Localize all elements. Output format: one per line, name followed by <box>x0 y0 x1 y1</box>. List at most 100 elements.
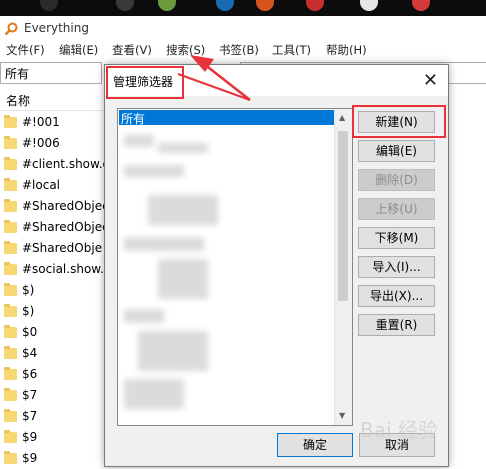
reset-button[interactable]: 重置(R) <box>358 314 435 336</box>
list-item[interactable]: $6 <box>0 364 105 385</box>
file-name: #social.show.q <box>22 262 112 276</box>
taskbar-app-icon[interactable] <box>306 0 324 11</box>
filter-list-item-selected[interactable]: 所有 <box>119 110 334 126</box>
taskbar-app-icon[interactable] <box>256 0 274 11</box>
file-name: $9 <box>22 430 38 444</box>
list-item[interactable]: #!006 <box>0 133 105 154</box>
file-name: $9 <box>22 451 38 465</box>
close-icon[interactable]: ✕ <box>423 70 438 91</box>
list-item[interactable]: #local <box>0 175 105 196</box>
menu-help[interactable]: 帮助(H) <box>326 42 367 58</box>
folder-icon <box>4 283 17 296</box>
export-button[interactable]: 导出(X)... <box>358 285 435 307</box>
obscured-entry <box>124 237 204 251</box>
list-item[interactable]: $9 <box>0 448 105 469</box>
list-item[interactable]: #SharedObjec <box>0 217 109 238</box>
menu-file[interactable]: 文件(F) <box>6 42 45 58</box>
list-item[interactable]: #client.show.q <box>0 154 110 175</box>
filter-list-item-label: 所有 <box>121 112 146 126</box>
folder-icon <box>4 115 17 128</box>
filter-dropdown[interactable]: 所有 <box>0 62 102 84</box>
file-name: #!001 <box>22 115 60 129</box>
taskbar-app-icon[interactable] <box>412 0 430 11</box>
dialog-titlebar: 管理筛选器 ✕ <box>105 65 448 96</box>
taskbar-app-icon[interactable] <box>216 0 234 11</box>
folder-icon <box>4 157 17 170</box>
new-filter-button[interactable]: 新建(N) <box>358 111 435 133</box>
filter-dropdown-value: 所有 <box>5 67 30 81</box>
taskbar <box>0 0 486 16</box>
file-name: $7 <box>22 388 38 402</box>
list-item[interactable]: #!001 <box>0 112 105 133</box>
move-up-button[interactable]: 上移(U) <box>358 198 435 220</box>
obscured-entry <box>124 309 164 323</box>
listbox-scrollbar[interactable]: ▲ ▼ <box>334 109 352 425</box>
delete-filter-button[interactable]: 删除(D) <box>358 169 435 191</box>
ok-button[interactable]: 确定 <box>277 433 353 457</box>
taskbar-app-icon[interactable] <box>116 0 134 11</box>
list-item[interactable]: $) <box>0 301 105 322</box>
folder-icon <box>4 199 17 212</box>
file-name: #SharedObje <box>22 241 103 255</box>
folder-icon <box>4 325 17 338</box>
taskbar-app-icon[interactable] <box>158 0 176 11</box>
filter-listbox[interactable]: 所有 ▲ ▼ <box>117 108 353 426</box>
watermark: Bai 经验 <box>360 418 438 442</box>
app-title: Everything <box>24 21 89 35</box>
file-name: #!006 <box>22 136 60 150</box>
column-header-label: 名称 <box>6 94 31 108</box>
obscured-entry <box>158 259 208 299</box>
list-item[interactable]: $4 <box>0 343 105 364</box>
obscured-entry <box>148 195 218 225</box>
obscured-entry <box>158 143 208 153</box>
obscured-entry <box>124 379 184 409</box>
obscured-entry <box>124 135 154 147</box>
app-titlebar: Everything <box>0 18 486 40</box>
import-button[interactable]: 导入(I)... <box>358 256 435 278</box>
folder-icon <box>4 178 17 191</box>
list-item[interactable]: $7 <box>0 385 105 406</box>
folder-icon <box>4 136 17 149</box>
list-item[interactable]: #SharedObjec <box>0 196 109 217</box>
folder-icon <box>4 430 17 443</box>
folder-icon <box>4 367 17 380</box>
scroll-up-icon[interactable]: ▲ <box>339 113 345 122</box>
dialog-title: 管理筛选器 <box>113 75 174 89</box>
obscured-entry <box>138 331 208 371</box>
file-name: $6 <box>22 367 38 381</box>
manage-filters-dialog: 管理筛选器 ✕ 所有 ▲ ▼ 新建(N) 编辑(E) 删除(D) 上移(U) 下… <box>104 64 449 467</box>
menu-search[interactable]: 搜索(S) <box>166 42 205 58</box>
file-name: #client.show.q <box>22 157 111 171</box>
file-name: $0 <box>22 325 38 339</box>
menu-view[interactable]: 查看(V) <box>112 42 152 58</box>
column-header-name[interactable]: 名称 <box>0 88 105 111</box>
scroll-thumb[interactable] <box>338 131 348 301</box>
folder-icon <box>4 388 17 401</box>
folder-icon <box>4 346 17 359</box>
list-item[interactable]: #SharedObje <box>0 238 105 259</box>
taskbar-app-icon[interactable] <box>360 0 378 11</box>
file-name: #local <box>22 178 61 192</box>
list-item[interactable]: $9 <box>0 427 105 448</box>
list-item[interactable]: $7 <box>0 406 105 427</box>
menu-bookmarks[interactable]: 书签(B) <box>219 42 259 58</box>
file-name: $) <box>22 304 35 318</box>
file-name: $) <box>22 283 35 297</box>
edit-filter-button[interactable]: 编辑(E) <box>358 140 435 162</box>
file-name: $7 <box>22 409 38 423</box>
magnifier-icon <box>4 22 18 36</box>
file-name: #SharedObjec <box>22 220 109 234</box>
folder-icon <box>4 451 17 464</box>
file-name: #SharedObjec <box>22 199 109 213</box>
folder-icon <box>4 262 17 275</box>
move-down-button[interactable]: 下移(M) <box>358 227 435 249</box>
list-item[interactable]: $0 <box>0 322 105 343</box>
menu-tools[interactable]: 工具(T) <box>272 42 311 58</box>
menu-edit[interactable]: 编辑(E) <box>59 42 98 58</box>
taskbar-app-icon[interactable] <box>40 0 58 11</box>
file-name: $4 <box>22 346 38 360</box>
menubar: 文件(F) 编辑(E) 查看(V) 搜索(S) 书签(B) 工具(T) 帮助(H… <box>0 40 486 60</box>
scroll-down-icon[interactable]: ▼ <box>339 411 345 420</box>
list-item[interactable]: $) <box>0 280 105 301</box>
list-item[interactable]: #social.show.q <box>0 259 111 280</box>
